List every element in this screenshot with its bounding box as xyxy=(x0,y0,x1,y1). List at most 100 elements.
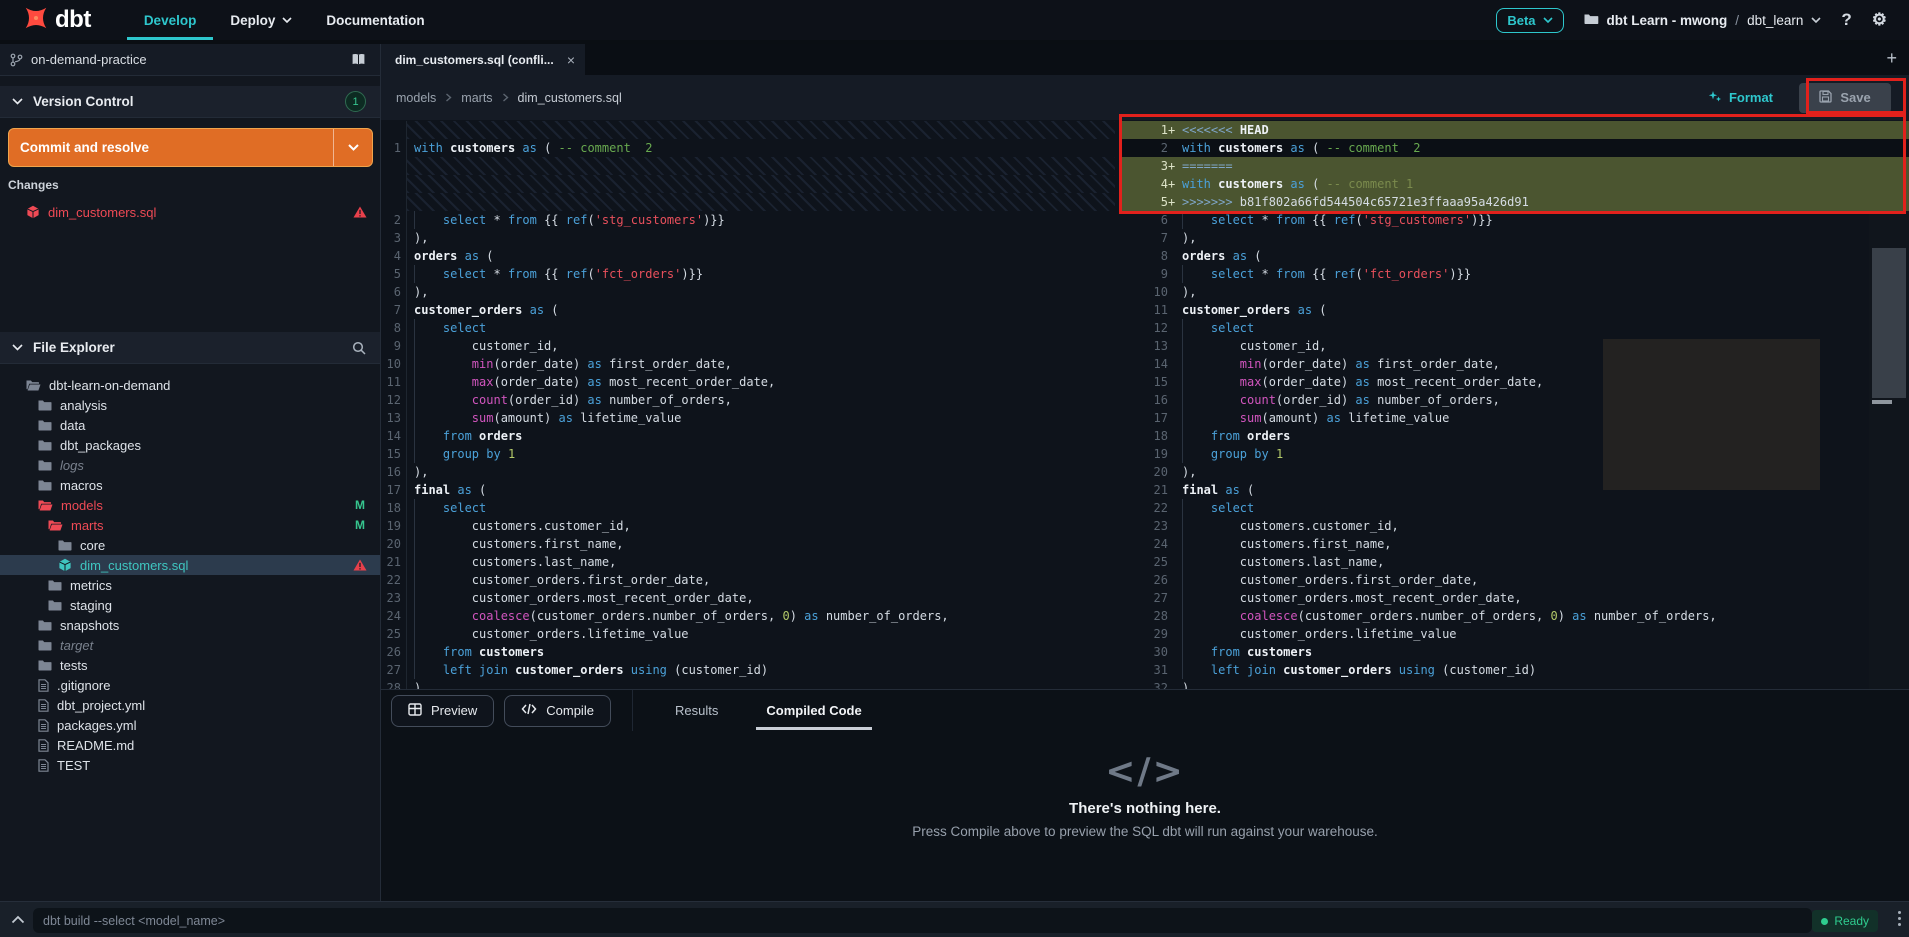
breadcrumb-segment[interactable]: dim_customers.sql xyxy=(518,91,622,105)
code-line-30[interactable]: 30 from customers xyxy=(1122,643,1909,661)
code-line-12[interactable]: 12 select xyxy=(1122,319,1909,337)
code-line-5[interactable]: 5+>>>>>>> b81f802a66fd544504c65721e3ffaa… xyxy=(1122,193,1909,211)
code-line-15[interactable]: 15 group by 1 xyxy=(381,445,1115,463)
search-icon[interactable] xyxy=(352,341,366,355)
tree-item-snapshots[interactable]: snapshots xyxy=(0,615,380,635)
save-button[interactable]: Save xyxy=(1799,83,1891,113)
code-line-27[interactable]: 27 left join customer_orders using (cust… xyxy=(381,661,1115,679)
code-line-26[interactable]: 26 customer_orders.first_order_date, xyxy=(1122,571,1909,589)
help-icon[interactable]: ? xyxy=(1841,10,1851,30)
changed-file-row[interactable]: dim_customers.sql xyxy=(0,201,380,223)
tree-item-models[interactable]: modelsM xyxy=(0,495,380,515)
tree-item-marts[interactable]: martsM xyxy=(0,515,380,535)
code-line-6[interactable]: 6), xyxy=(381,283,1115,301)
tree-item-staging[interactable]: staging xyxy=(0,595,380,615)
code-line-21[interactable]: 21 customers.last_name, xyxy=(381,553,1115,571)
tree-item-metrics[interactable]: metrics xyxy=(0,575,380,595)
code-line-8[interactable]: 8 select xyxy=(381,319,1115,337)
code-line-8[interactable]: 8 orders as ( xyxy=(1122,247,1909,265)
code-line-5[interactable]: 5 select * from {{ ref('fct_orders')}} xyxy=(381,265,1115,283)
code-line-3[interactable]: 3+======= xyxy=(1122,157,1909,175)
code-line-24[interactable]: 24 customers.first_name, xyxy=(1122,535,1909,553)
nav-item-documentation[interactable]: Documentation xyxy=(309,0,441,40)
code-line-22[interactable]: 22 select xyxy=(1122,499,1909,517)
tree-item-core[interactable]: core xyxy=(0,535,380,555)
code-line-26[interactable]: 26 from customers xyxy=(381,643,1115,661)
file-explorer-header[interactable]: File Explorer xyxy=(0,332,380,364)
tree-item-tests[interactable]: tests xyxy=(0,655,380,675)
tree-item-dbt-project-yml[interactable]: dbt_project.yml xyxy=(0,695,380,715)
tree-item-test[interactable]: TEST xyxy=(0,755,380,775)
scrollbar-thumb[interactable] xyxy=(1872,248,1906,398)
code-line-4[interactable]: 4+with customers as ( -- comment 1 xyxy=(1122,175,1909,193)
tree-item-dim-customers-sql[interactable]: dim_customers.sql xyxy=(0,555,380,575)
code-line-27[interactable]: 27 customer_orders.most_recent_order_dat… xyxy=(1122,589,1909,607)
code-line-17[interactable]: 17final as ( xyxy=(381,481,1115,499)
code-line-7[interactable]: 7 ), xyxy=(1122,229,1909,247)
beta-dropdown[interactable]: Beta xyxy=(1496,8,1563,33)
code-line-3[interactable]: 3), xyxy=(381,229,1115,247)
code-line-23[interactable]: 23 customer_orders.most_recent_order_dat… xyxy=(381,589,1115,607)
gear-icon[interactable]: ⚙ xyxy=(1872,10,1887,30)
merge-pane-left[interactable]: 1with customers as ( -- comment 2 2 selec… xyxy=(381,121,1115,689)
code-line-1[interactable]: 1+<<<<<<< HEAD xyxy=(1122,121,1909,139)
code-line-10[interactable]: 10 ), xyxy=(1122,283,1909,301)
code-line-13[interactable]: 13 sum(amount) as lifetime_value xyxy=(381,409,1115,427)
code-line-19[interactable]: 19 customers.customer_id, xyxy=(381,517,1115,535)
branch-bar[interactable]: on-demand-practice xyxy=(0,44,380,76)
tree-item-logs[interactable]: logs xyxy=(0,455,380,475)
tab-results[interactable]: Results xyxy=(651,690,742,731)
close-icon[interactable]: × xyxy=(567,52,575,68)
compile-button[interactable]: Compile xyxy=(504,695,611,727)
preview-button[interactable]: Preview xyxy=(391,695,494,727)
code-line-1[interactable]: 1with customers as ( -- comment 2 xyxy=(381,139,1115,157)
command-input[interactable] xyxy=(33,908,1812,933)
tree-item-target[interactable]: target xyxy=(0,635,380,655)
tree-item-analysis[interactable]: analysis xyxy=(0,395,380,415)
code-line-29[interactable]: 29 customer_orders.lifetime_value xyxy=(1122,625,1909,643)
code-line-16[interactable]: 16), xyxy=(381,463,1115,481)
code-line-14[interactable]: 14 from orders xyxy=(381,427,1115,445)
code-line-31[interactable]: 31 left join customer_orders using (cust… xyxy=(1122,661,1909,679)
version-control-header[interactable]: Version Control 1 xyxy=(0,86,380,118)
tab-compiled-code[interactable]: Compiled Code xyxy=(742,690,885,731)
code-line-4[interactable]: 4orders as ( xyxy=(381,247,1115,265)
code-line-9[interactable]: 9 customer_id, xyxy=(381,337,1115,355)
commit-options-caret[interactable] xyxy=(333,129,372,166)
code-line-11[interactable]: 11 customer_orders as ( xyxy=(1122,301,1909,319)
commit-and-resolve-button[interactable]: Commit and resolve xyxy=(8,128,373,167)
code-line-23[interactable]: 23 customers.customer_id, xyxy=(1122,517,1909,535)
code-line-11[interactable]: 11 max(order_date) as most_recent_order_… xyxy=(381,373,1115,391)
chevron-up-icon[interactable] xyxy=(11,915,25,924)
nav-item-develop[interactable]: Develop xyxy=(127,0,214,40)
tree-item--gitignore[interactable]: .gitignore xyxy=(0,675,380,695)
tree-item-packages-yml[interactable]: packages.yml xyxy=(0,715,380,735)
code-line-9[interactable]: 9 select * from {{ ref('fct_orders')}} xyxy=(1122,265,1909,283)
code-line-22[interactable]: 22 customer_orders.first_order_date, xyxy=(381,571,1115,589)
code-line-12[interactable]: 12 count(order_id) as number_of_orders, xyxy=(381,391,1115,409)
kebab-menu-icon[interactable] xyxy=(1898,911,1901,926)
code-line-6[interactable]: 6 select * from {{ ref('stg_customers')}… xyxy=(1122,211,1909,229)
breadcrumb-segment[interactable]: marts xyxy=(461,91,492,105)
tree-item-data[interactable]: data xyxy=(0,415,380,435)
code-line-18[interactable]: 18 select xyxy=(381,499,1115,517)
code-line-28[interactable]: 28) xyxy=(381,679,1115,689)
code-line-2[interactable]: 2 select * from {{ ref('stg_customers')}… xyxy=(381,211,1115,229)
code-line-25[interactable]: 25 customer_orders.lifetime_value xyxy=(381,625,1115,643)
code-line-2[interactable]: 2 with customers as ( -- comment 2 xyxy=(1122,139,1909,157)
code-line-7[interactable]: 7customer_orders as ( xyxy=(381,301,1115,319)
format-button[interactable]: Format xyxy=(1708,89,1773,106)
code-line-10[interactable]: 10 min(order_date) as first_order_date, xyxy=(381,355,1115,373)
tree-item-readme-md[interactable]: README.md xyxy=(0,735,380,755)
tab-dim-customers[interactable]: dim_customers.sql (confli... × xyxy=(381,44,585,75)
code-line-32[interactable]: 32 ) xyxy=(1122,679,1909,689)
tree-item-macros[interactable]: macros xyxy=(0,475,380,495)
code-line-20[interactable]: 20 customers.first_name, xyxy=(381,535,1115,553)
workspace-selector[interactable]: dbt Learn - mwong / dbt_learn xyxy=(1584,13,1822,28)
tree-item-dbt-learn-on-demand[interactable]: dbt-learn-on-demand xyxy=(0,375,380,395)
code-line-25[interactable]: 25 customers.last_name, xyxy=(1122,553,1909,571)
docs-book-icon[interactable] xyxy=(350,53,367,66)
breadcrumb-segment[interactable]: models xyxy=(396,91,436,105)
dbt-logo[interactable]: dbt xyxy=(22,4,91,37)
new-tab-plus-icon[interactable]: + xyxy=(1886,48,1897,69)
